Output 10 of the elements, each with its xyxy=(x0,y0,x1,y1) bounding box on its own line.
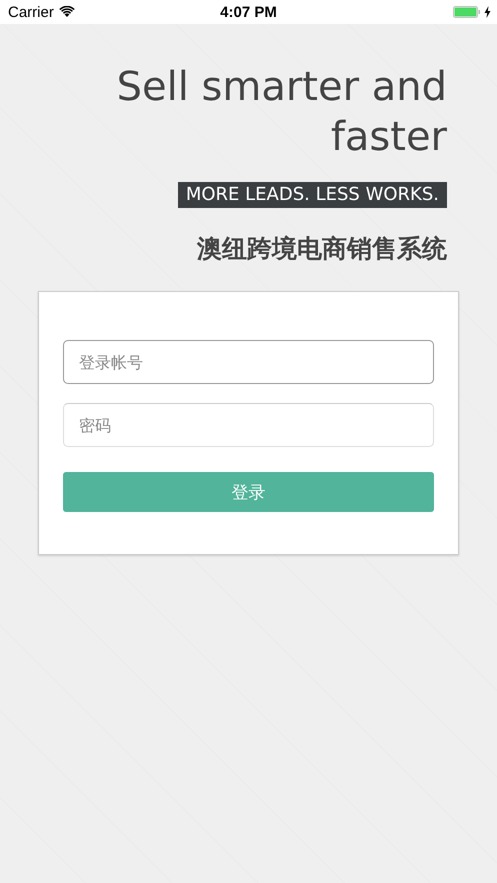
login-button[interactable]: 登录 xyxy=(63,472,434,512)
app-title: 澳纽跨境电商销售系统 xyxy=(197,233,447,265)
clock-time: 4:07 PM xyxy=(220,4,277,20)
input-field[interactable]: 密码 xyxy=(63,403,434,447)
headline: Sell smarter and faster xyxy=(116,63,447,162)
wifi-icon xyxy=(58,6,75,18)
tagline: MORE LEADS. LESS WORKS. xyxy=(178,182,447,208)
carrier-label: Carrier xyxy=(8,4,54,20)
input-field[interactable]: 登录帐号 xyxy=(63,340,434,384)
battery-icon xyxy=(453,6,481,18)
